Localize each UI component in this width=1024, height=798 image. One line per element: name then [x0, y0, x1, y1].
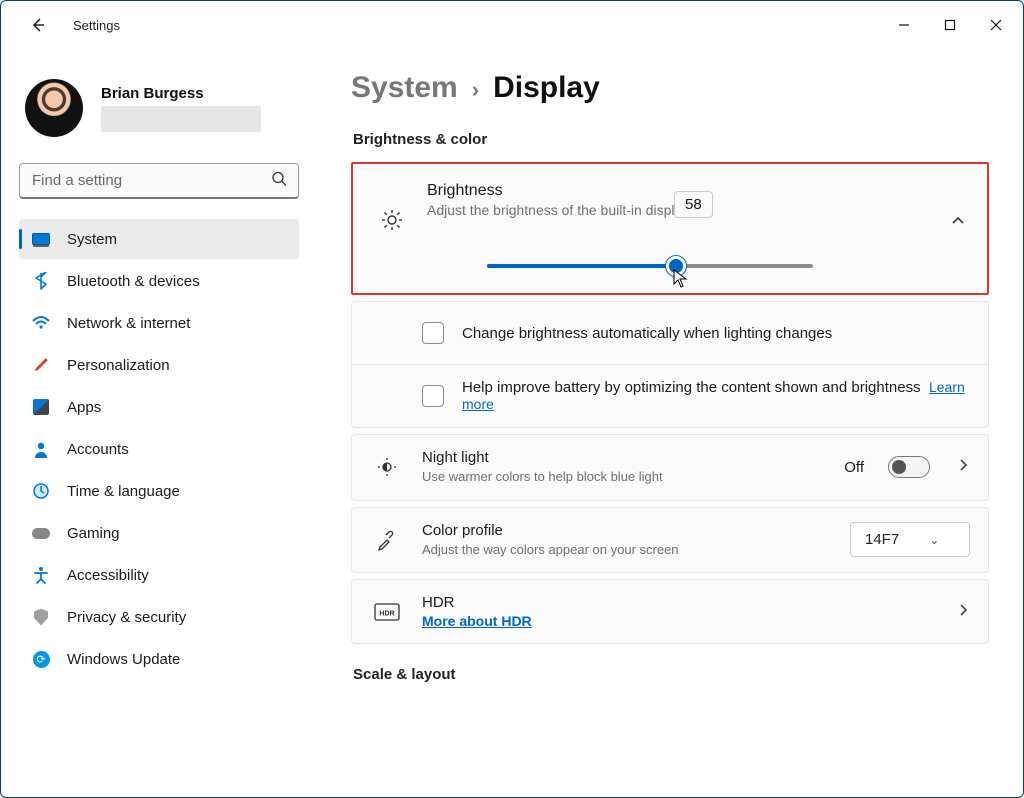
battery-optimize-row[interactable]: Help improve battery by optimizing the c… — [352, 364, 988, 427]
window-controls — [881, 5, 1019, 45]
breadcrumb-current: Display — [493, 71, 600, 105]
nav-label: Personalization — [67, 357, 170, 374]
app-title: Settings — [73, 18, 120, 33]
update-icon: ⟳ — [31, 649, 51, 669]
close-button[interactable] — [973, 5, 1019, 45]
breadcrumb-parent[interactable]: System — [351, 71, 458, 105]
night-light-card[interactable]: Night light Use warmer colors to help bl… — [351, 434, 989, 501]
slider-thumb[interactable] — [666, 256, 686, 276]
apps-icon — [31, 397, 51, 417]
gamepad-icon — [31, 523, 51, 543]
nav-label: Accessibility — [67, 567, 149, 584]
sun-icon — [375, 182, 409, 232]
nav-item-system[interactable]: System — [19, 219, 299, 259]
search-wrap — [19, 163, 299, 199]
search-input[interactable] — [19, 163, 299, 199]
color-profile-title: Color profile — [422, 522, 832, 539]
nav-item-bluetooth[interactable]: Bluetooth & devices — [19, 261, 299, 301]
minimize-button[interactable] — [881, 5, 927, 45]
sidebar: Brian Burgess System Bluetooth & devices — [1, 49, 317, 797]
nav-label: Windows Update — [67, 651, 180, 668]
night-light-subtitle: Use warmer colors to help block blue lig… — [422, 468, 826, 486]
paintbrush-icon — [31, 355, 51, 375]
wifi-icon — [31, 313, 51, 333]
slider-fill — [487, 264, 676, 268]
night-light-toggle[interactable] — [888, 456, 930, 478]
color-profile-value: 14F7 — [865, 531, 899, 548]
bluetooth-icon — [31, 271, 51, 291]
chevron-right-icon: › — [472, 77, 479, 103]
collapse-button[interactable] — [951, 182, 965, 233]
shield-icon — [31, 607, 51, 627]
nav-label: System — [67, 231, 117, 248]
nav-label: Gaming — [67, 525, 120, 542]
avatar — [25, 79, 83, 137]
nav-item-accounts[interactable]: Accounts — [19, 429, 299, 469]
back-button[interactable] — [21, 8, 55, 42]
checkbox-battery-optimize[interactable] — [422, 385, 444, 407]
search-icon — [271, 171, 287, 192]
title-bar: Settings — [1, 1, 1023, 49]
color-profile-card[interactable]: Color profile Adjust the way colors appe… — [351, 507, 989, 574]
hdr-more-link[interactable]: More about HDR — [422, 613, 940, 629]
nav-item-accessibility[interactable]: Accessibility — [19, 555, 299, 595]
maximize-icon — [944, 19, 956, 31]
chevron-up-icon — [951, 214, 965, 228]
display-icon — [31, 229, 51, 249]
nav-label: Privacy & security — [67, 609, 186, 626]
nav-label: Apps — [67, 399, 101, 416]
chevron-right-icon[interactable] — [958, 458, 970, 476]
nav-label: Network & internet — [67, 315, 190, 332]
svg-text:HDR: HDR — [379, 610, 394, 617]
breadcrumb: System › Display — [351, 71, 989, 105]
nav-label: Time & language — [67, 483, 180, 500]
chevron-down-icon: ⌄ — [929, 533, 939, 547]
color-profile-select[interactable]: 14F7 ⌄ — [850, 522, 970, 557]
color-profile-subtitle: Adjust the way colors appear on your scr… — [422, 541, 832, 559]
nav-item-windows-update[interactable]: ⟳ Windows Update — [19, 639, 299, 679]
main-content: System › Display Brightness & color Brig… — [317, 49, 1023, 797]
battery-optimize-text: Help improve battery by optimizing the c… — [462, 379, 921, 396]
user-name: Brian Burgess — [101, 85, 261, 102]
battery-optimize-label: Help improve battery by optimizing the c… — [462, 379, 970, 413]
user-profile[interactable]: Brian Burgess — [25, 79, 299, 137]
brightness-options-card: Change brightness automatically when lig… — [351, 301, 989, 428]
arrow-left-icon — [30, 17, 46, 33]
brightness-card: Brightness Adjust the brightness of the … — [351, 162, 989, 295]
user-email-redacted — [101, 106, 261, 132]
maximize-button[interactable] — [927, 5, 973, 45]
night-light-state: Off — [844, 459, 864, 476]
section-scale-layout: Scale & layout — [353, 666, 989, 683]
nav-item-privacy[interactable]: Privacy & security — [19, 597, 299, 637]
nav-label: Accounts — [67, 441, 129, 458]
nav-item-time-language[interactable]: Time & language — [19, 471, 299, 511]
nav-item-personalization[interactable]: Personalization — [19, 345, 299, 385]
hdr-card[interactable]: HDR HDR More about HDR — [351, 579, 989, 644]
person-icon — [31, 439, 51, 459]
nav-item-apps[interactable]: Apps — [19, 387, 299, 427]
accessibility-icon — [31, 565, 51, 585]
eyedropper-icon — [370, 529, 404, 551]
night-light-title: Night light — [422, 449, 826, 466]
clock-globe-icon — [31, 481, 51, 501]
brightness-slider[interactable] — [487, 255, 813, 275]
nav-item-gaming[interactable]: Gaming — [19, 513, 299, 553]
hdr-icon: HDR — [370, 603, 404, 621]
nav-label: Bluetooth & devices — [67, 273, 200, 290]
chevron-right-icon[interactable] — [958, 603, 970, 621]
brightness-value-tooltip: 58 — [674, 191, 713, 218]
hdr-title: HDR — [422, 594, 940, 611]
auto-brightness-row[interactable]: Change brightness automatically when lig… — [352, 302, 988, 364]
checkbox-auto-brightness[interactable] — [422, 322, 444, 344]
night-light-icon — [370, 455, 404, 479]
auto-brightness-label: Change brightness automatically when lig… — [462, 325, 970, 342]
nav: System Bluetooth & devices Network & int… — [19, 219, 299, 679]
nav-item-network[interactable]: Network & internet — [19, 303, 299, 343]
section-brightness-color: Brightness & color — [353, 131, 989, 148]
minimize-icon — [898, 19, 910, 31]
close-icon — [990, 19, 1002, 31]
